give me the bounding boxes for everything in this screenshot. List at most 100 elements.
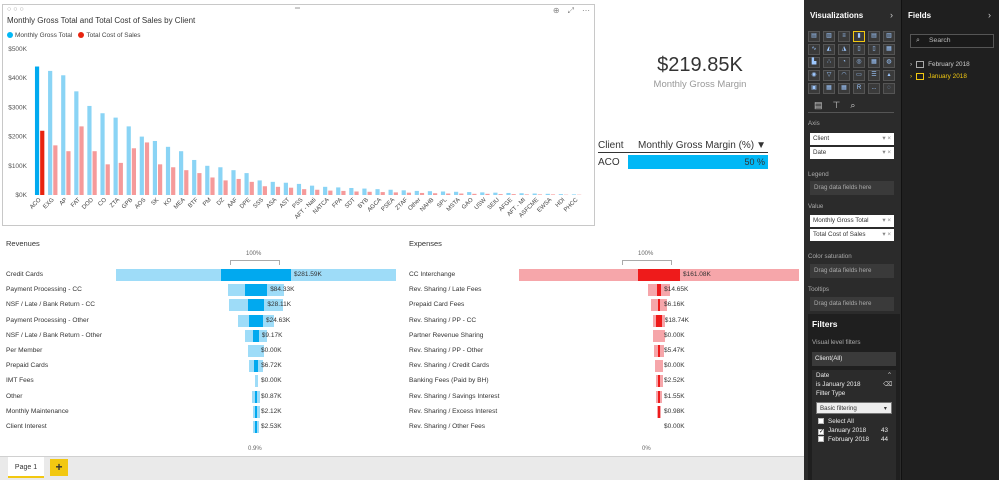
funnel-bar-highlight[interactable] xyxy=(244,284,268,297)
funnel-row[interactable]: Monthly Maintenance $2.12K xyxy=(6,405,396,418)
add-page-button[interactable]: + xyxy=(50,459,68,476)
funnel-row[interactable]: Payment Processing - CC $84.33K xyxy=(6,284,396,297)
client-filter-card[interactable]: Client(All) xyxy=(812,352,896,366)
funnel-row[interactable]: NSF / Late / Bank Return - CC $28.11K xyxy=(6,299,396,312)
bar-gross-EWSA[interactable] xyxy=(545,193,550,195)
funnel-row[interactable]: NSF / Late / Bank Return - Other $9.17K xyxy=(6,329,396,342)
bar-cost-SSS[interactable] xyxy=(262,186,267,195)
bar-gross-BYB[interactable] xyxy=(362,188,367,195)
funnel-row[interactable]: Rev. Sharing / PP - CC $18.74K xyxy=(409,314,799,327)
bar-cost-GAO[interactable] xyxy=(472,193,477,195)
bar-cost-SK[interactable] xyxy=(158,164,163,195)
funnel-bar-highlight[interactable] xyxy=(253,360,259,373)
bar-cost-AST[interactable] xyxy=(288,187,294,195)
axis-field-client[interactable]: Client ▾ × xyxy=(810,133,894,145)
funnel-row[interactable]: Prepaid Cards $6.72K xyxy=(6,360,396,373)
bar-gross-AOS[interactable] xyxy=(139,136,144,195)
bar-gross-HDI[interactable] xyxy=(558,194,563,195)
bar-gross-ASA[interactable] xyxy=(270,181,275,195)
bar-gross-CO[interactable] xyxy=(100,113,105,195)
bar-cost-USW[interactable] xyxy=(485,193,490,195)
funnel-bar-highlight[interactable] xyxy=(638,269,680,281)
bar-cost-SDT[interactable] xyxy=(354,191,359,195)
bar-cost-SEIU[interactable] xyxy=(498,194,503,195)
bar-gross-AFT - Nati[interactable] xyxy=(309,185,315,195)
funnel-row[interactable]: Rev. Sharing / Late Fees $14.65K xyxy=(409,284,799,297)
funnel-row[interactable]: Rev. Sharing / Other Fees $0.00K xyxy=(409,421,799,433)
bar-cost-SPL[interactable] xyxy=(446,193,451,195)
funnel-icon[interactable]: ▽ xyxy=(823,70,835,81)
bar-cost-BTF[interactable] xyxy=(197,173,202,195)
funnel-row[interactable]: Credit Cards $281.59K xyxy=(6,269,396,281)
matrix-icon[interactable]: ▦ xyxy=(838,83,850,94)
funnel-row[interactable]: Prepaid Card Fees $6.16K xyxy=(409,299,799,312)
bar-gross-MSTA[interactable] xyxy=(454,191,459,195)
bar-gross-DOD[interactable] xyxy=(87,105,92,195)
bar-cost-EXG[interactable] xyxy=(53,145,58,195)
clustered-column-icon[interactable]: ▮ xyxy=(853,31,865,42)
funnel-row[interactable]: CC Interchange $161.08K xyxy=(409,269,799,281)
funnel-bar-highlight[interactable] xyxy=(255,390,257,403)
option-january-2018[interactable]: ✓ January 2018 43 xyxy=(818,427,888,435)
bar-cost-Other[interactable] xyxy=(419,192,425,195)
remove-field-icon[interactable]: ▾ × xyxy=(882,147,891,159)
bar-gross-NAHB[interactable] xyxy=(427,191,433,195)
bar-cost-AP[interactable] xyxy=(66,151,71,195)
globe-icon[interactable]: ◌ xyxy=(883,83,895,94)
date-filter-card[interactable]: Date ⌃ is January 2018 ⌫ Filter Type xyxy=(812,370,896,480)
stacked-column-icon[interactable]: ▥ xyxy=(823,31,835,42)
bar-gross-EXG[interactable] xyxy=(48,70,53,195)
stacked-bar-icon[interactable]: ▤ xyxy=(808,31,820,42)
funnel-bar-highlight[interactable] xyxy=(656,314,662,327)
table-row[interactable]: ACO 50 % xyxy=(598,155,768,169)
bar-gross-SPL[interactable] xyxy=(440,191,446,195)
bar-gross-BTF[interactable] xyxy=(192,159,197,195)
bar-cost-MSTA[interactable] xyxy=(459,193,464,195)
bar-cost-ASA[interactable] xyxy=(275,186,281,195)
bar-gross-ASFCME[interactable] xyxy=(532,193,537,195)
bar-gross-PSEA[interactable] xyxy=(388,189,393,195)
line-stacked-column-icon[interactable]: ▯ xyxy=(868,44,880,55)
bar-gross-ZTAF[interactable] xyxy=(401,190,406,195)
bar-gross-SDT[interactable] xyxy=(349,187,354,195)
bar-cost-DOD[interactable] xyxy=(92,151,97,195)
funnel-row[interactable]: Payment Processing - Other $24.63K xyxy=(6,314,396,327)
bar-gross-KO[interactable] xyxy=(165,146,171,195)
clustered-bar-icon[interactable]: ≡ xyxy=(838,31,850,42)
bar-cost-MEA[interactable] xyxy=(184,170,189,195)
bar-cost-AFT - Nati[interactable] xyxy=(315,189,320,195)
funnel-bar-highlight[interactable] xyxy=(657,299,661,312)
column-header-client[interactable]: Client xyxy=(598,140,638,151)
chevron-right-icon[interactable]: › xyxy=(988,10,991,20)
bar-cost-ZTA[interactable] xyxy=(118,162,123,195)
line-column-icon[interactable]: ▯ xyxy=(853,44,865,55)
ribbon-chart-icon[interactable]: ▦ xyxy=(883,44,895,55)
sort-desc-icon[interactable]: ▼ xyxy=(756,140,766,151)
stacked-area-icon[interactable]: ◮ xyxy=(838,44,850,55)
expenses-funnel[interactable]: CC Interchange $161.08K Rev. Sharing / Lat… xyxy=(409,269,799,439)
table-january-2018[interactable]: › January 2018 xyxy=(910,73,967,80)
bar-cost-KO[interactable] xyxy=(171,167,176,195)
bar-cost-PSEA[interactable] xyxy=(393,192,398,195)
eraser-icon[interactable]: ⌫ xyxy=(883,381,892,388)
bar-cost-CO[interactable] xyxy=(105,164,110,195)
100-bar-icon[interactable]: ▤ xyxy=(868,31,880,42)
bar-cost-AFGE[interactable] xyxy=(511,194,516,195)
bar-cost-PM[interactable] xyxy=(210,177,215,195)
funnel-row[interactable]: Other $0.87K xyxy=(6,390,396,403)
funnel-bar-highlight[interactable] xyxy=(658,390,660,403)
bar-gross-USW[interactable] xyxy=(480,192,485,195)
bar-gross-AFGE[interactable] xyxy=(506,192,511,195)
tab-page-1[interactable]: Page 1 xyxy=(8,457,44,478)
map-icon[interactable]: ◍ xyxy=(883,57,895,68)
table-february-2018[interactable]: › February 2018 xyxy=(910,61,970,68)
funnel-bar[interactable] xyxy=(653,329,665,342)
bar-gross-FAT[interactable] xyxy=(74,91,79,195)
bar-cost-AOS[interactable] xyxy=(144,142,150,195)
funnel-row[interactable]: Banking Fees (Paid by BH) $2.52K xyxy=(409,375,799,388)
bar-cost-NAHB[interactable] xyxy=(433,193,438,195)
filter-type-select[interactable]: Basic filtering ▾ xyxy=(816,402,892,414)
funnel-row[interactable]: Per Member $0.00K xyxy=(6,345,396,357)
waterfall-icon[interactable]: ▙ xyxy=(808,57,820,68)
format-paint-roller-icon[interactable]: ⊤ xyxy=(833,100,841,112)
